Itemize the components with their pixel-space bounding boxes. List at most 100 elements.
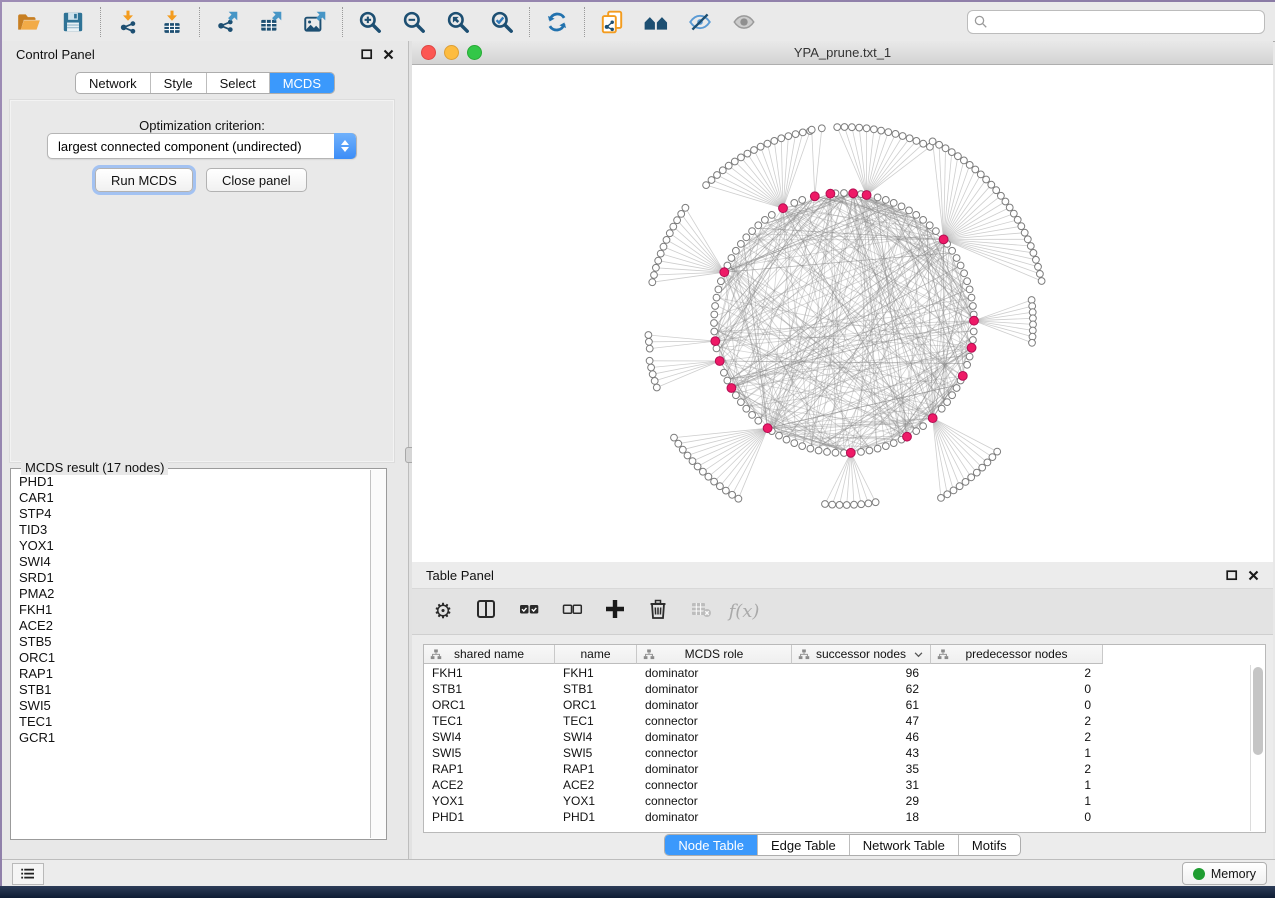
- table-row[interactable]: SWI5SWI5connector431: [424, 745, 1250, 761]
- tab-style[interactable]: Style: [150, 73, 206, 93]
- column-header-name[interactable]: name: [555, 645, 637, 664]
- mcds-result-item[interactable]: GCR1: [11, 730, 370, 746]
- zoom-in-button[interactable]: [354, 6, 386, 38]
- cell-name[interactable]: ORC1: [555, 697, 637, 713]
- cell-shared-name[interactable]: FKH1: [424, 665, 555, 681]
- mcds-result-item[interactable]: CAR1: [11, 490, 370, 506]
- cell-MCDS-role[interactable]: dominator: [637, 681, 792, 697]
- delete-columns-button[interactable]: [643, 597, 673, 627]
- cell-name[interactable]: ACE2: [555, 777, 637, 793]
- refresh-layout-button[interactable]: [541, 6, 573, 38]
- cell-successor-nodes[interactable]: 47: [792, 713, 931, 729]
- task-history-button[interactable]: [12, 863, 44, 885]
- tab-motifs[interactable]: Motifs: [958, 835, 1020, 855]
- mcds-result-item[interactable]: TID3: [11, 522, 370, 538]
- table-row[interactable]: FKH1FKH1dominator962: [424, 665, 1250, 681]
- cell-name[interactable]: SWI4: [555, 729, 637, 745]
- column-header-MCDS-role[interactable]: MCDS role: [637, 645, 792, 664]
- mcds-result-item[interactable]: STB1: [11, 682, 370, 698]
- table-row[interactable]: YOX1YOX1connector291: [424, 793, 1250, 809]
- cell-MCDS-role[interactable]: connector: [637, 745, 792, 761]
- float-panel-icon[interactable]: [1226, 570, 1238, 581]
- mcds-result-item[interactable]: ORC1: [11, 650, 370, 666]
- memory-button[interactable]: Memory: [1182, 862, 1267, 885]
- run-mcds-button[interactable]: Run MCDS: [95, 168, 193, 192]
- tab-mcds[interactable]: MCDS: [269, 73, 334, 93]
- mcds-result-item[interactable]: SRD1: [11, 570, 370, 586]
- table-row[interactable]: TEC1TEC1connector472: [424, 713, 1250, 729]
- cell-predecessor-nodes[interactable]: 2: [931, 761, 1103, 777]
- cell-predecessor-nodes[interactable]: 2: [931, 713, 1103, 729]
- cell-predecessor-nodes[interactable]: 1: [931, 777, 1103, 793]
- cell-MCDS-role[interactable]: dominator: [637, 697, 792, 713]
- cell-successor-nodes[interactable]: 18: [792, 809, 931, 825]
- first-neighbors-button[interactable]: [640, 6, 672, 38]
- mcds-result-item[interactable]: SWI5: [11, 698, 370, 714]
- cell-shared-name[interactable]: PHD1: [424, 809, 555, 825]
- cell-successor-nodes[interactable]: 31: [792, 777, 931, 793]
- cell-name[interactable]: PHD1: [555, 809, 637, 825]
- cell-predecessor-nodes[interactable]: 2: [931, 665, 1103, 681]
- cell-name[interactable]: SWI5: [555, 745, 637, 761]
- cell-MCDS-role[interactable]: dominator: [637, 729, 792, 745]
- cell-name[interactable]: RAP1: [555, 761, 637, 777]
- cell-name[interactable]: STB1: [555, 681, 637, 697]
- cell-predecessor-nodes[interactable]: 2: [931, 729, 1103, 745]
- deselect-all-columns-button[interactable]: [557, 597, 587, 627]
- cell-shared-name[interactable]: ORC1: [424, 697, 555, 713]
- window-zoom-icon[interactable]: [467, 45, 482, 60]
- cell-name[interactable]: TEC1: [555, 713, 637, 729]
- cell-predecessor-nodes[interactable]: 0: [931, 681, 1103, 697]
- tab-edge-table[interactable]: Edge Table: [757, 835, 849, 855]
- export-table-button[interactable]: [255, 6, 287, 38]
- duplicate-network-button[interactable]: [596, 6, 628, 38]
- mcds-result-item[interactable]: ACE2: [11, 618, 370, 634]
- split-columns-button[interactable]: [471, 597, 501, 627]
- cell-shared-name[interactable]: TEC1: [424, 713, 555, 729]
- cell-successor-nodes[interactable]: 61: [792, 697, 931, 713]
- open-file-button[interactable]: [13, 6, 45, 38]
- cell-shared-name[interactable]: RAP1: [424, 761, 555, 777]
- export-network-button[interactable]: [211, 6, 243, 38]
- mcds-result-item[interactable]: PHD1: [11, 474, 370, 490]
- table-settings-button[interactable]: ⚙: [428, 597, 458, 627]
- mcds-result-item[interactable]: SWI4: [11, 554, 370, 570]
- table-scrollbar[interactable]: [1250, 665, 1265, 831]
- cell-shared-name[interactable]: SWI4: [424, 729, 555, 745]
- window-close-icon[interactable]: [421, 45, 436, 60]
- cell-successor-nodes[interactable]: 62: [792, 681, 931, 697]
- cell-predecessor-nodes[interactable]: 1: [931, 793, 1103, 809]
- show-all-button[interactable]: [728, 6, 760, 38]
- close-panel-icon[interactable]: [1248, 570, 1259, 581]
- import-table-button[interactable]: [156, 6, 188, 38]
- cell-shared-name[interactable]: YOX1: [424, 793, 555, 809]
- cell-successor-nodes[interactable]: 43: [792, 745, 931, 761]
- search-input[interactable]: [967, 10, 1265, 34]
- tab-network[interactable]: Network: [76, 73, 150, 93]
- table-row[interactable]: SWI4SWI4dominator462: [424, 729, 1250, 745]
- cell-shared-name[interactable]: STB1: [424, 681, 555, 697]
- cell-name[interactable]: FKH1: [555, 665, 637, 681]
- zoom-out-button[interactable]: [398, 6, 430, 38]
- table-row[interactable]: ACE2ACE2connector311: [424, 777, 1250, 793]
- cell-predecessor-nodes[interactable]: 1: [931, 745, 1103, 761]
- cell-MCDS-role[interactable]: connector: [637, 793, 792, 809]
- column-header-shared-name[interactable]: shared name: [424, 645, 555, 664]
- cell-MCDS-role[interactable]: connector: [637, 777, 792, 793]
- create-column-button[interactable]: [600, 597, 630, 627]
- cell-MCDS-role[interactable]: dominator: [637, 761, 792, 777]
- cell-MCDS-role[interactable]: connector: [637, 713, 792, 729]
- hide-selected-button[interactable]: [684, 6, 716, 38]
- mcds-result-item[interactable]: FKH1: [11, 602, 370, 618]
- mcds-result-item[interactable]: RAP1: [11, 666, 370, 682]
- table-row[interactable]: STB1STB1dominator620: [424, 681, 1250, 697]
- close-panel-icon[interactable]: [383, 49, 394, 60]
- cell-successor-nodes[interactable]: 46: [792, 729, 931, 745]
- table-scrollbar-thumb[interactable]: [1253, 667, 1263, 755]
- mcds-result-item[interactable]: PMA2: [11, 586, 370, 602]
- mcds-result-list[interactable]: PHD1CAR1STP4TID3YOX1SWI4SRD1PMA2FKH1ACE2…: [11, 474, 370, 839]
- tab-node-table[interactable]: Node Table: [665, 835, 757, 855]
- table-row[interactable]: ORC1ORC1dominator610: [424, 697, 1250, 713]
- zoom-selected-button[interactable]: [486, 6, 518, 38]
- tab-select[interactable]: Select: [206, 73, 269, 93]
